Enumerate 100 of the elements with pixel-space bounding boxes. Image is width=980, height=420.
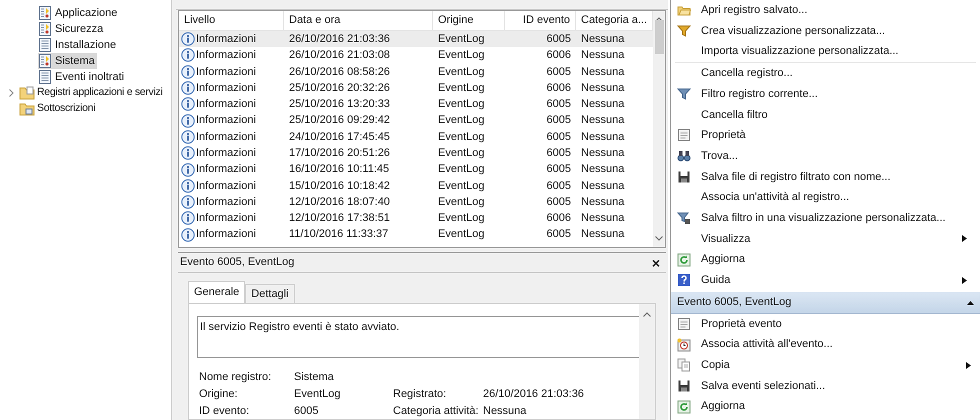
action-item[interactable]: Aggiorna	[671, 396, 980, 418]
table-row[interactable]: Informazioni 12/10/2016 18:07:40 EventLog 6005 Nessuna	[179, 194, 654, 210]
scrollbar[interactable]	[639, 304, 655, 419]
table-cell-text: Informazioni	[196, 146, 256, 161]
properties-icon	[677, 128, 691, 142]
table-cell-text: 26/10/2016 21:03:08	[289, 48, 390, 64]
action-item[interactable]: Salva file di registro filtrato con nome...	[675, 166, 976, 188]
table-cell-text: 6006	[546, 80, 571, 96]
table-row[interactable]: Informazioni 26/10/2016 08:58:26 EventLog 6005 Nessuna	[179, 64, 654, 80]
submenu-arrow-icon	[961, 235, 968, 242]
table-row[interactable]: Informazioni 16/10/2016 10:11:45 EventLog 6005 Nessuna	[179, 161, 654, 178]
action-item[interactable]: Importa visualizzazione personalizzata...	[671, 41, 980, 62]
table-cell-text: EventLog	[438, 113, 484, 128]
table-cell-text: 6005	[546, 194, 571, 210]
field-value: 26/10/2016 21:03:36	[483, 386, 584, 402]
help-icon	[677, 273, 691, 288]
table-cell-text: EventLog	[438, 97, 484, 112]
action-item[interactable]: Proprietà evento	[671, 314, 980, 334]
action-item[interactable]: Trova...	[675, 146, 976, 166]
tree-item[interactable]: Applicazione	[38, 5, 120, 21]
table-cell-text: EventLog	[438, 194, 484, 210]
table-cell-text: EventLog	[438, 64, 484, 80]
info-icon	[181, 162, 195, 177]
section-header[interactable]: Evento 6005, EventLog	[671, 292, 980, 314]
table-cell-text: Informazioni	[196, 130, 256, 145]
action-item[interactable]: Associa attività all'evento...	[671, 334, 980, 355]
scrollbar-thumb[interactable]	[654, 20, 664, 54]
table-cell-text: 6005	[546, 130, 571, 145]
table-row[interactable]: Informazioni 26/10/2016 21:03:08 EventLog 6006 Nessuna	[179, 47, 654, 64]
table-row[interactable]: Informazioni 26/10/2016 21:03:36 EventLog 6005 Nessuna	[179, 31, 654, 48]
table-row[interactable]: Informazioni 24/10/2016 17:45:45 EventLog 6005 Nessuna	[179, 128, 654, 146]
field-label: Registrato:	[393, 386, 448, 402]
close-button[interactable]: ×	[648, 256, 664, 270]
info-icon	[181, 114, 195, 128]
table-cell-text: Nessuna	[581, 227, 624, 242]
tree-item[interactable]: Eventi inoltrati	[38, 69, 126, 85]
table-cell-text: Informazioni	[196, 113, 256, 128]
table-cell-text: Informazioni	[196, 80, 256, 96]
table-cell-text: 6006	[546, 48, 571, 64]
binoculars-icon	[677, 149, 691, 164]
table-cell-text: Informazioni	[196, 211, 256, 226]
action-item[interactable]: Salva filtro in una visualizzazione personalizzata...	[675, 208, 976, 229]
action-item[interactable]: Copia	[671, 355, 980, 376]
table-cell-text: Nessuna	[581, 113, 624, 128]
scrollbar[interactable]	[653, 11, 665, 247]
table-row[interactable]: Informazioni 15/10/2016 10:18:42 EventLog 6005 Nessuna	[179, 178, 654, 194]
tree-item[interactable]: Registri applicazioni e servizi	[19, 85, 163, 101]
table-cell-text: 26/10/2016 08:58:26	[289, 64, 390, 80]
action-item[interactable]: Filtro registro corrente...	[675, 84, 976, 104]
info-icon	[181, 81, 195, 96]
table-cell-text: 25/10/2016 09:29:42	[289, 113, 390, 128]
table-row[interactable]: Informazioni 25/10/2016 13:20:33 EventLog 6005 Nessuna	[179, 96, 654, 112]
action-item[interactable]: Apri registro salvato...	[671, 0, 980, 21]
action-item[interactable]: Cancella registro...	[675, 63, 976, 84]
table-cell-text: EventLog	[438, 80, 484, 96]
table-cell-text: Nessuna	[581, 194, 624, 210]
scroll-up-icon[interactable]	[643, 312, 651, 317]
tree-item[interactable]: Installazione	[38, 37, 118, 53]
table-cell-text: Nessuna	[581, 130, 624, 145]
action-item[interactable]: Associa un'attività al registro...	[675, 187, 976, 208]
field-value: Nessuna	[483, 404, 526, 419]
info-icon	[181, 228, 195, 242]
action-item[interactable]: Aggiorna	[675, 249, 976, 270]
tree-item[interactable]: Sottoscrizioni	[19, 101, 96, 117]
info-icon	[181, 211, 195, 226]
table-cell-text: Informazioni	[196, 227, 256, 242]
info-icon	[181, 146, 195, 160]
table-row[interactable]: Informazioni 17/10/2016 20:51:26 EventLog 6005 Nessuna	[179, 145, 654, 162]
collapse-icon	[967, 298, 974, 306]
table-row[interactable]: Informazioni 12/10/2016 17:38:51 EventLog 6006 Nessuna	[179, 210, 654, 227]
table-cell-text: 15/10/2016 10:18:42	[289, 178, 390, 194]
table-cell-text: Nessuna	[581, 32, 624, 47]
table-cell-text: Informazioni	[196, 178, 256, 194]
table-cell-text: Informazioni	[196, 97, 256, 112]
table-cell-text: 17/10/2016 20:51:26	[289, 146, 390, 161]
table-cell-text: EventLog	[438, 211, 484, 226]
action-item[interactable]: Visualizza	[675, 228, 976, 250]
action-item[interactable]: Crea visualizzazione personalizzata...	[671, 20, 980, 42]
tab[interactable]: Dettagli	[245, 284, 295, 303]
table-row[interactable]: Informazioni 11/10/2016 11:33:37 EventLog 6005 Nessuna	[179, 226, 654, 243]
info-icon	[181, 195, 195, 210]
table-row[interactable]: Informazioni 25/10/2016 09:29:42 EventLog 6005 Nessuna	[179, 112, 654, 129]
table-cell-text: 25/10/2016 20:32:26	[289, 80, 390, 96]
tab[interactable]: Generale	[188, 281, 246, 303]
action-item[interactable]: Cancella filtro	[675, 104, 976, 126]
refresh-icon	[677, 252, 691, 267]
info-icon	[181, 48, 195, 62]
action-item[interactable]: Guida	[675, 270, 976, 291]
submenu-arrow-icon	[961, 276, 968, 284]
action-item[interactable]: Salva eventi selezionati...	[671, 376, 980, 396]
table-row[interactable]: Informazioni 25/10/2016 20:32:26 EventLog 6006 Nessuna	[179, 80, 654, 96]
tree-item[interactable]: Sicurezza	[38, 21, 106, 37]
save-icon	[677, 379, 691, 394]
message-box: Il servizio Registro eventi è stato avviato.	[197, 316, 639, 358]
action-item[interactable]: Proprietà	[675, 125, 976, 146]
tree-item[interactable]: Sistema	[38, 53, 97, 69]
table-cell-text: 11/10/2016 11:33:37	[289, 227, 388, 242]
scroll-down-icon[interactable]	[655, 236, 664, 241]
table-cell-text: 6005	[546, 178, 571, 194]
expand-icon[interactable]	[8, 89, 14, 97]
